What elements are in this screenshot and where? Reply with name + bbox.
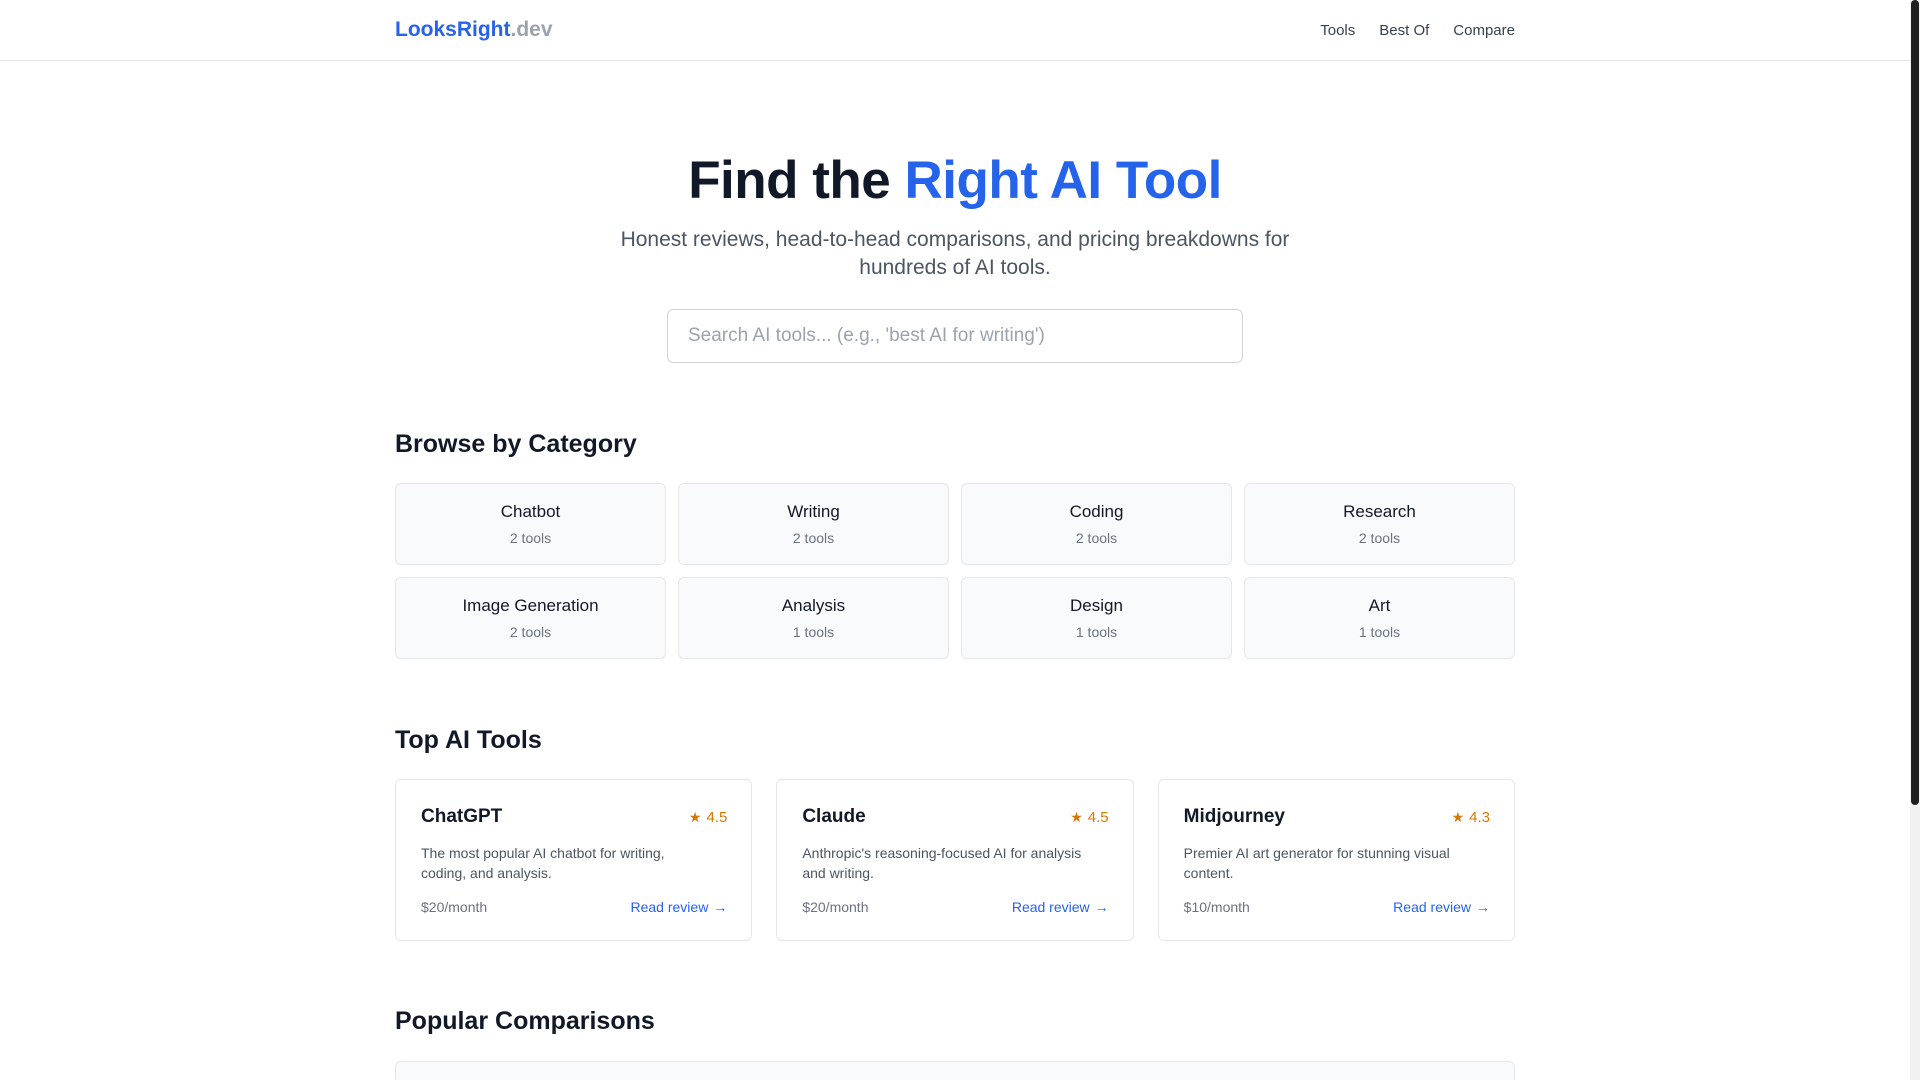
nav-compare-link[interactable]: Compare <box>1453 22 1515 39</box>
category-card-research[interactable]: Research 2 tools <box>1244 483 1515 565</box>
read-review-label: Read review <box>1011 899 1090 915</box>
category-card-image-generation[interactable]: Image Generation 2 tools <box>395 577 666 659</box>
hero-subtitle: Honest reviews, head-to-head comparisons… <box>620 228 1290 279</box>
nav-best-of-link[interactable]: Best Of <box>1379 22 1429 39</box>
categories-heading: Browse by Category <box>395 430 637 458</box>
comparison-card[interactable] <box>395 1061 1515 1080</box>
category-count: 2 tools <box>1358 530 1401 546</box>
read-review-label: Read review <box>630 899 709 915</box>
category-card-chatbot[interactable]: Chatbot 2 tools <box>395 483 666 565</box>
category-count: 2 tools <box>1075 530 1118 546</box>
main-nav: Tools Best Of Compare <box>1320 22 1515 39</box>
page-viewport: LooksRight.dev Tools Best Of Compare Fin… <box>0 0 1910 1080</box>
tool-grid: ChatGPT ★ 4.5 The most popular AI chatbo… <box>395 779 1515 941</box>
tool-description: Premier AI art generator for stunning vi… <box>1183 845 1450 881</box>
tool-card-claude[interactable]: Claude ★ 4.5 Anthropic's reasoning-focus… <box>776 779 1134 941</box>
tool-description: Anthropic's reasoning-focused AI for ana… <box>802 845 1082 881</box>
tool-card-header: Claude ★ 4.5 <box>802 806 1108 828</box>
tool-card-footer: $20/month Read review → <box>421 899 727 915</box>
star-icon: ★ <box>1451 808 1465 825</box>
rating-value: 4.5 <box>1087 808 1109 826</box>
logo-tld: .dev <box>510 18 553 41</box>
category-count: 2 tools <box>509 624 552 640</box>
star-icon: ★ <box>1070 808 1083 825</box>
category-card-coding[interactable]: Coding 2 tools <box>961 483 1232 565</box>
scrollbar-thumb[interactable] <box>1911 0 1919 805</box>
tool-description: The most popular AI chatbot for writing,… <box>421 845 665 881</box>
read-review-label: Read review <box>1393 899 1471 915</box>
hero-title-prefix: Find the <box>688 151 905 210</box>
category-name: Analysis <box>781 596 846 615</box>
search-input[interactable] <box>667 309 1243 363</box>
tool-name: Midjourney <box>1183 806 1285 827</box>
category-name: Writing <box>787 502 840 521</box>
site-logo[interactable]: LooksRight.dev <box>395 18 553 42</box>
category-count: 1 tools <box>1075 624 1118 640</box>
category-card-analysis[interactable]: Analysis 1 tools <box>678 577 949 659</box>
category-card-writing[interactable]: Writing 2 tools <box>678 483 949 565</box>
read-review-link[interactable]: Read review → <box>631 899 728 915</box>
rating-value: 4.5 <box>706 808 728 826</box>
tool-rating: ★ 4.5 <box>689 809 727 826</box>
tool-price: $10/month <box>1183 899 1250 915</box>
hero-section: Find the Right AI Tool Honest reviews, h… <box>0 150 1910 282</box>
search-container <box>667 309 1243 363</box>
site-header: LooksRight.dev Tools Best Of Compare <box>0 0 1910 61</box>
category-name: Chatbot <box>500 502 561 521</box>
category-name: Design <box>1070 596 1123 615</box>
category-count: 1 tools <box>1358 624 1401 640</box>
category-count: 1 tools <box>792 624 835 640</box>
header-inner: LooksRight.dev Tools Best Of Compare <box>395 0 1515 60</box>
arrow-right-icon: → <box>1094 899 1109 915</box>
rating-value: 4.3 <box>1469 808 1490 826</box>
hero-title: Find the Right AI Tool <box>0 150 1910 212</box>
tool-card-footer: $20/month Read review → <box>802 899 1108 915</box>
category-card-art[interactable]: Art 1 tools <box>1244 577 1515 659</box>
star-icon: ★ <box>688 808 702 825</box>
tool-name: Claude <box>802 806 866 827</box>
category-card-design[interactable]: Design 1 tools <box>961 577 1232 659</box>
logo-brand: LooksRight <box>395 18 511 41</box>
page-scrollbar[interactable] <box>1910 0 1920 1080</box>
hero-title-accent: Right AI Tool <box>904 151 1223 210</box>
tool-card-header: Midjourney ★ 4.3 <box>1184 806 1490 828</box>
tool-card-chatgpt[interactable]: ChatGPT ★ 4.5 The most popular AI chatbo… <box>395 779 753 941</box>
tool-card-footer: $10/month Read review → <box>1184 899 1490 915</box>
read-review-link[interactable]: Read review → <box>1012 899 1109 915</box>
comparisons-heading: Popular Comparisons <box>395 1007 655 1035</box>
category-count: 2 tools <box>792 530 835 546</box>
category-name: Coding <box>1069 502 1124 521</box>
tool-card-midjourney[interactable]: Midjourney ★ 4.3 Premier AI art generato… <box>1157 779 1515 941</box>
category-grid: Chatbot 2 tools Writing 2 tools Coding 2… <box>395 483 1515 659</box>
tool-name: ChatGPT <box>421 806 503 827</box>
arrow-right-icon: → <box>713 899 728 915</box>
tool-price: $20/month <box>421 899 488 915</box>
tool-rating: ★ 4.3 <box>1452 809 1490 826</box>
category-name: Image Generation <box>462 596 599 615</box>
tool-price: $20/month <box>802 899 869 915</box>
nav-tools-link[interactable]: Tools <box>1320 22 1355 39</box>
category-name: Art <box>1368 596 1391 615</box>
tool-rating: ★ 4.5 <box>1070 809 1108 826</box>
category-count: 2 tools <box>509 530 552 546</box>
top-tools-heading: Top AI Tools <box>395 726 542 754</box>
category-name: Research <box>1343 502 1416 521</box>
tool-card-header: ChatGPT ★ 4.5 <box>421 806 727 828</box>
arrow-right-icon: → <box>1476 899 1490 915</box>
read-review-link[interactable]: Read review → <box>1393 899 1490 915</box>
